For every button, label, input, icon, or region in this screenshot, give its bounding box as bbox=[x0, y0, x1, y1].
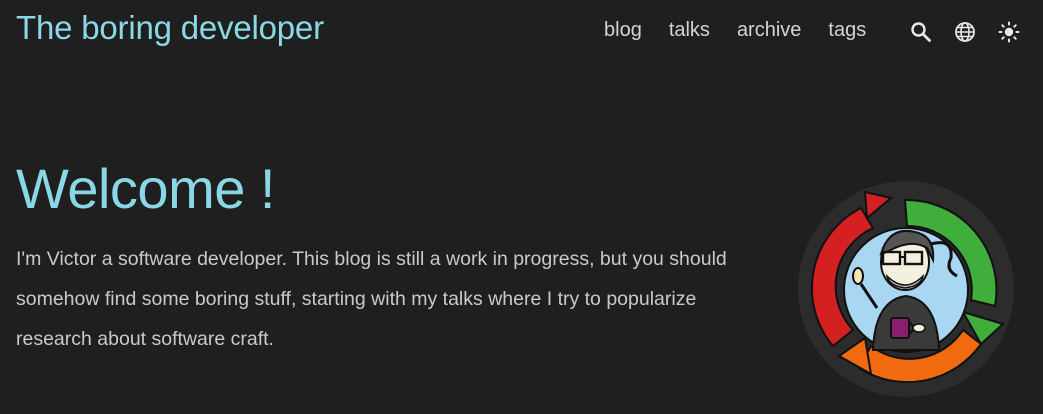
main-nav: blog talks archive tags bbox=[604, 19, 866, 42]
nav-link-tags[interactable]: tags bbox=[828, 19, 866, 42]
page-heading: Welcome ! bbox=[16, 157, 275, 220]
sun-icon[interactable] bbox=[997, 20, 1021, 44]
talks-link[interactable]: talks bbox=[443, 288, 483, 310]
nav-link-archive[interactable]: archive bbox=[737, 19, 801, 42]
header-actions bbox=[909, 20, 1021, 44]
site-header: The boring developer blog talks archive … bbox=[0, 0, 1043, 62]
site-title-link[interactable]: The boring developer bbox=[16, 9, 324, 47]
intro-paragraph: I'm Victor a software developer. This bl… bbox=[16, 239, 776, 359]
search-icon[interactable] bbox=[909, 20, 933, 44]
globe-icon[interactable] bbox=[953, 20, 977, 44]
author-avatar bbox=[798, 181, 1014, 397]
nav-link-blog[interactable]: blog bbox=[604, 19, 642, 42]
nav-link-talks[interactable]: talks bbox=[669, 19, 710, 42]
